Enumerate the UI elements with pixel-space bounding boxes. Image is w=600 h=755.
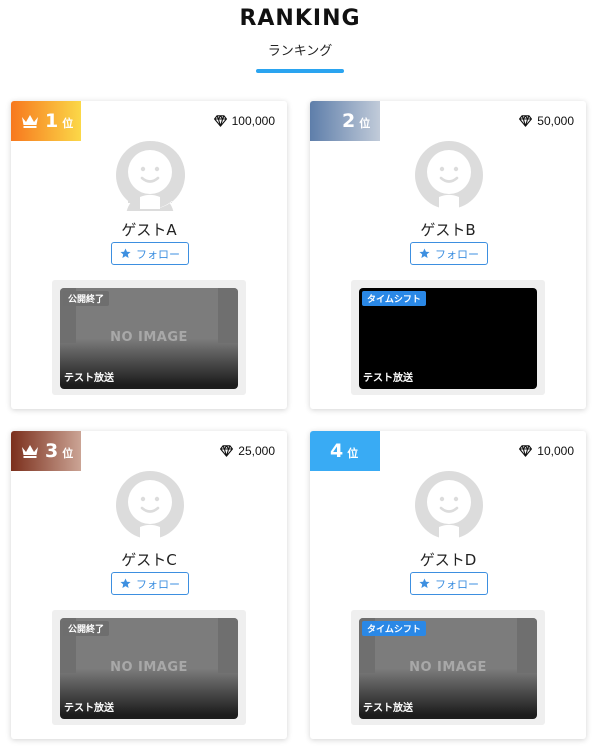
avatar-icon[interactable] — [114, 469, 186, 541]
points-value: 25,000 — [238, 444, 275, 458]
page-title: RANKING — [239, 6, 361, 31]
follow-button[interactable]: フォロー — [111, 242, 189, 265]
user-name[interactable]: ゲストD — [310, 549, 586, 570]
rank-badge: 3 位 — [11, 431, 81, 471]
title-underline — [256, 69, 344, 73]
status-badge: 公開終了 — [63, 621, 110, 636]
ranking-card-3: 3 位 25,000 ゲストC フォロー NO IMAGE 公開終了 テスト放送 — [11, 431, 287, 739]
star-icon — [419, 248, 430, 258]
points-value: 100,000 — [231, 114, 275, 128]
broadcast-thumbnail[interactable]: タイムシフト テスト放送 — [351, 280, 545, 395]
status-badge: 公開終了 — [63, 291, 110, 306]
ranking-card-1: 1 位 100,000 ゲストA フォロー NO IMAGE 公開終了 テスト放… — [11, 101, 287, 409]
rank-badge: 2 位 — [310, 101, 380, 141]
page-subtitle: ランキング — [267, 44, 333, 59]
rank-unit: 位 — [62, 448, 74, 460]
diamond-icon — [213, 115, 227, 127]
gift-points: 10,000 — [519, 444, 574, 458]
rank-number: 1 — [45, 110, 59, 132]
crown-icon — [22, 445, 38, 458]
diamond-icon — [519, 115, 533, 127]
rank-unit: 位 — [62, 118, 74, 130]
follow-button[interactable]: フォロー — [410, 572, 488, 595]
rank-unit: 位 — [347, 448, 359, 460]
thumbnail-image[interactable]: NO IMAGE 公開終了 テスト放送 — [60, 288, 238, 389]
status-badge: タイムシフト — [362, 291, 426, 306]
points-value: 50,000 — [537, 114, 574, 128]
broadcast-title: テスト放送 — [363, 703, 413, 714]
user-name[interactable]: ゲストC — [11, 549, 287, 570]
broadcast-thumbnail[interactable]: NO IMAGE 公開終了 テスト放送 — [52, 280, 246, 395]
thumbnail-image[interactable]: NO IMAGE 公開終了 テスト放送 — [60, 618, 238, 719]
ranking-card-4: 4 位 10,000 ゲストD フォロー NO IMAGE タイムシフト テスト… — [310, 431, 586, 739]
follow-label: フォロー — [435, 248, 479, 261]
follow-button[interactable]: フォロー — [111, 572, 189, 595]
rank-badge: 4 位 — [310, 431, 380, 471]
rank-number: 4 — [330, 440, 344, 462]
avatar-icon[interactable] — [114, 139, 186, 211]
thumbnail-image[interactable]: タイムシフト テスト放送 — [359, 288, 537, 389]
ranking-header: RANKING ランキング — [0, 0, 600, 98]
star-icon — [120, 578, 131, 588]
rank-badge: 1 位 — [11, 101, 81, 141]
rank-unit: 位 — [359, 118, 371, 130]
rank-number: 2 — [342, 110, 356, 132]
diamond-icon — [220, 445, 234, 457]
status-badge: タイムシフト — [362, 621, 426, 636]
broadcast-thumbnail[interactable]: NO IMAGE タイムシフト テスト放送 — [351, 610, 545, 725]
no-image-text: NO IMAGE — [110, 660, 188, 675]
diamond-icon — [519, 445, 533, 457]
broadcast-thumbnail[interactable]: NO IMAGE 公開終了 テスト放送 — [52, 610, 246, 725]
gift-points: 50,000 — [519, 114, 574, 128]
gift-points: 25,000 — [220, 444, 275, 458]
points-value: 10,000 — [537, 444, 574, 458]
star-icon — [120, 248, 131, 258]
gift-points: 100,000 — [213, 114, 275, 128]
follow-button[interactable]: フォロー — [410, 242, 488, 265]
follow-label: フォロー — [136, 578, 180, 591]
avatar-icon[interactable] — [413, 139, 485, 211]
thumbnail-image[interactable]: NO IMAGE タイムシフト テスト放送 — [359, 618, 537, 719]
star-icon — [419, 578, 430, 588]
avatar-icon[interactable] — [413, 469, 485, 541]
user-name[interactable]: ゲストA — [11, 219, 287, 240]
follow-label: フォロー — [136, 248, 180, 261]
user-name[interactable]: ゲストB — [310, 219, 586, 240]
ranking-card-2: 2 位 50,000 ゲストB フォロー タイムシフト テスト放送 — [310, 101, 586, 409]
follow-label: フォロー — [435, 578, 479, 591]
no-image-text: NO IMAGE — [110, 330, 188, 345]
broadcast-title: テスト放送 — [64, 703, 114, 714]
broadcast-title: テスト放送 — [363, 373, 413, 384]
broadcast-title: テスト放送 — [64, 373, 114, 384]
rank-number: 3 — [45, 440, 59, 462]
crown-icon — [22, 115, 38, 128]
no-image-text: NO IMAGE — [409, 660, 487, 675]
